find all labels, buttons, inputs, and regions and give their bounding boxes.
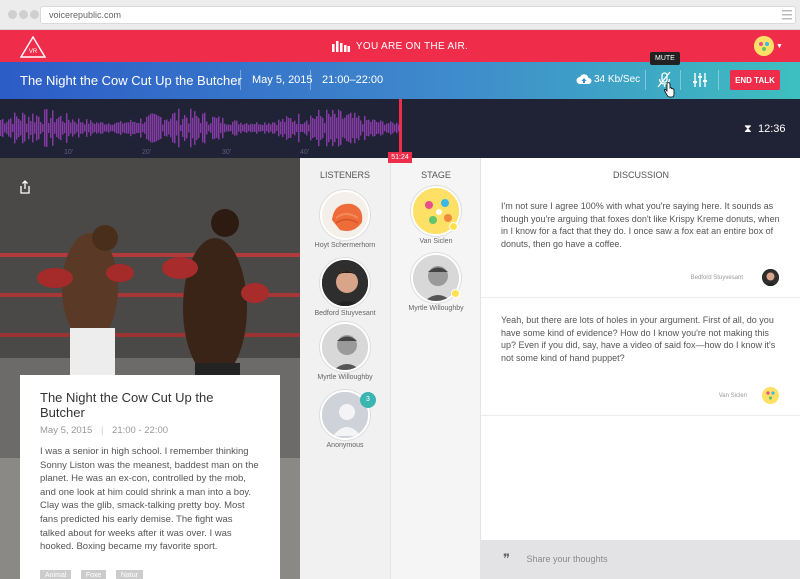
- cloud-upload-icon: [576, 74, 592, 84]
- talk-info-card: The Night the Cow Cut Up the Butcher May…: [20, 375, 280, 579]
- speaking-indicator: [449, 222, 458, 231]
- tag-list: Animal Foxe Natur: [40, 564, 260, 579]
- listeners-heading: LISTENERS: [319, 170, 370, 180]
- on-air-status: YOU ARE ON THE AIR.: [0, 30, 800, 62]
- stage-heading: STAGE: [421, 170, 451, 180]
- talk-time: 21:00–22:00: [322, 74, 384, 86]
- tag[interactable]: Animal: [40, 569, 72, 579]
- comment-composer[interactable]: ❞ Share your thoughts: [481, 540, 800, 579]
- listener-name: Bedford Stuyvesant: [314, 310, 376, 317]
- comment: Yeah, but there are lots of holes in you…: [481, 298, 800, 416]
- avatar: [320, 190, 370, 240]
- listener-name: Anonymous: [326, 442, 364, 449]
- divider: [240, 70, 241, 90]
- listener[interactable]: Bedford Stuyvesant: [300, 258, 390, 318]
- hand-cursor-icon: [663, 82, 675, 98]
- timeline-tick: 10': [64, 149, 74, 156]
- share-icon[interactable]: [18, 180, 32, 194]
- avatar: [320, 322, 370, 372]
- avatar: [320, 258, 370, 308]
- tag[interactable]: Foxe: [80, 569, 107, 579]
- divider: [680, 70, 681, 90]
- listener-name: Hoyt Schermerhorn: [314, 242, 376, 249]
- address-bar[interactable]: voicerepublic.com: [40, 6, 796, 24]
- waveform-timeline[interactable]: 10' 20' 30' 40' ⧗ 12:36: [0, 99, 800, 158]
- card-date: May 5, 2015: [40, 425, 93, 436]
- hourglass-icon: ⧗: [744, 123, 752, 135]
- card-description: I was a senior in high school. I remembe…: [40, 446, 259, 553]
- live-position-marker: 51:24: [388, 152, 412, 163]
- comment: I'm not sure I agree 100% with what you'…: [481, 190, 800, 298]
- talk-date: May 5, 2015: [252, 74, 313, 86]
- audio-bars-icon: [331, 40, 350, 52]
- timeline-tick: 40': [300, 149, 310, 156]
- played-waveform: [0, 108, 400, 148]
- user-avatar[interactable]: [754, 36, 774, 56]
- speaker-name: Van Siclen: [419, 238, 453, 245]
- window-maximize-dot[interactable]: [30, 10, 39, 19]
- divider: [310, 70, 311, 90]
- listener-count-badge: 3: [360, 392, 376, 408]
- listener-name: Myrtle Willoughby: [317, 374, 373, 381]
- speaker-name: Myrtle Willoughby: [408, 305, 464, 312]
- window-close-dot[interactable]: [8, 10, 17, 19]
- stage-speaker[interactable]: Myrtle Willoughby: [391, 253, 481, 313]
- stage-speaker[interactable]: Van Siclen: [391, 186, 481, 246]
- equalizer-settings-icon[interactable]: [692, 72, 708, 88]
- listeners-column: LISTENERS Hoyt Schermerhorn Bedford Stuy…: [300, 158, 390, 579]
- on-air-text: YOU ARE ON THE AIR.: [355, 40, 469, 52]
- voicerepublic-logo[interactable]: VR: [20, 36, 46, 58]
- upload-rate: 34 Kb/Sec: [594, 74, 641, 85]
- browser-chrome: voicerepublic.com: [0, 0, 800, 30]
- listener-anonymous[interactable]: 3 Anonymous: [300, 390, 390, 450]
- listener[interactable]: Myrtle Willoughby: [300, 322, 390, 382]
- card-time: 21:00 - 22:00: [112, 425, 169, 436]
- comment-input[interactable]: Share your thoughts: [527, 554, 608, 564]
- comment-author: Van Siclen: [718, 393, 747, 399]
- comment-avatar: [762, 387, 779, 404]
- talk-title: The Night the Cow Cut Up the Butcher: [20, 73, 242, 88]
- timeline-tick: 30': [222, 149, 232, 156]
- playhead[interactable]: [399, 99, 402, 158]
- timeline-tick: 20': [142, 149, 152, 156]
- divider: [645, 70, 646, 90]
- card-meta: May 5, 2015 | 21:00 - 22:00: [40, 425, 169, 436]
- mute-tooltip: MUTE: [650, 52, 680, 65]
- svg-text:VR: VR: [29, 49, 38, 55]
- window-minimize-dot[interactable]: [19, 10, 28, 19]
- stage-column: STAGE Van Siclen Myrtle Willoughby: [390, 158, 480, 579]
- remaining-time: 12:36: [758, 123, 786, 135]
- divider: [718, 70, 719, 90]
- browser-menu-icon[interactable]: [780, 6, 794, 24]
- comment-avatar: [762, 269, 779, 286]
- comment-text: I'm not sure I agree 100% with what you'…: [501, 201, 780, 249]
- card-title: The Night the Cow Cut Up the Butcher: [40, 390, 214, 420]
- tag[interactable]: Natur: [115, 569, 143, 579]
- discussion-heading: DISCUSSION: [612, 170, 669, 180]
- discussion-panel: DISCUSSION I'm not sure I agree 100% wit…: [480, 158, 800, 579]
- user-menu-caret-icon[interactable]: ▼: [776, 43, 783, 50]
- end-talk-button[interactable]: END TALK: [730, 70, 780, 90]
- top-bar: YOU ARE ON THE AIR. VR ▼: [0, 30, 800, 62]
- talk-header: The Night the Cow Cut Up the Butcher May…: [0, 62, 800, 99]
- speaking-indicator: [451, 289, 460, 298]
- quote-icon: ❞: [503, 552, 510, 567]
- comment-text: Yeah, but there are lots of holes in you…: [501, 315, 776, 363]
- comment-author: Bedford Stuyvesant: [690, 275, 743, 281]
- listener[interactable]: Hoyt Schermerhorn: [300, 190, 390, 250]
